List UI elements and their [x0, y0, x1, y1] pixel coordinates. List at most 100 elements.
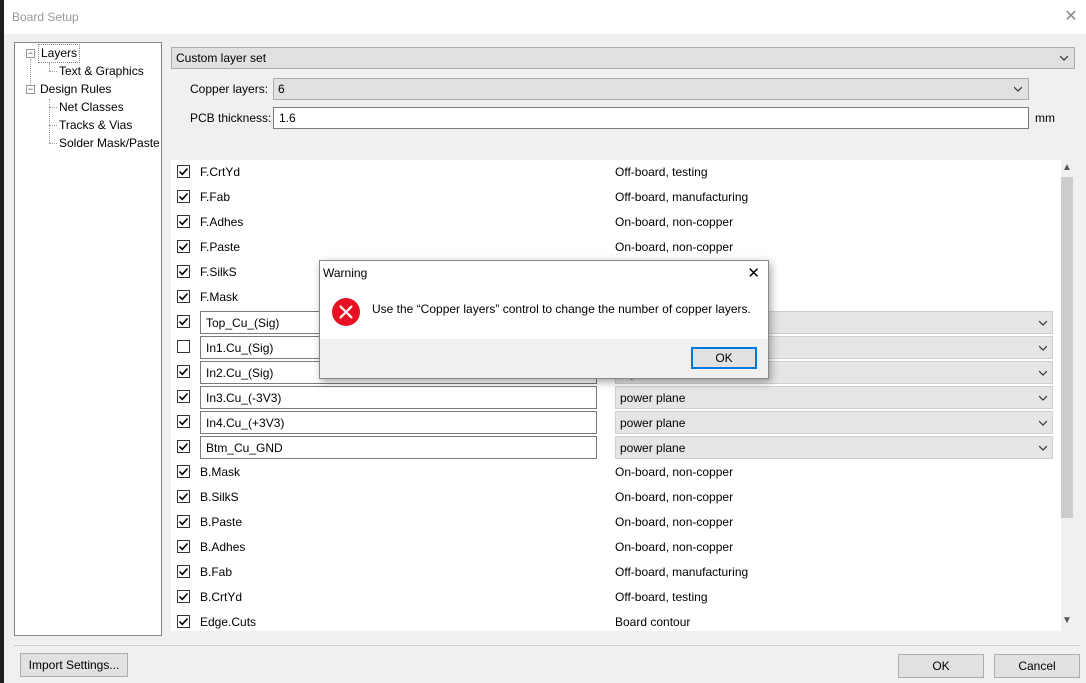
- tree-connector: [49, 71, 57, 72]
- window-close-icon[interactable]: ✕: [1060, 6, 1082, 28]
- layer-name: B.Paste: [200, 515, 243, 529]
- layer-name: F.Fab: [200, 190, 231, 204]
- background-window-edge: [0, 0, 4, 683]
- layer-type: On-board, non-copper: [615, 515, 734, 529]
- layer-type-value: power plane: [620, 441, 686, 455]
- layer-name: F.CrtYd: [200, 165, 241, 179]
- layer-enabled-checkbox[interactable]: [177, 215, 190, 228]
- footer-divider: [14, 645, 1080, 646]
- layer-enabled-checkbox[interactable]: [177, 440, 190, 453]
- layer-enabled-checkbox[interactable]: [177, 540, 190, 553]
- copper-layers-label: Copper layers:: [190, 82, 269, 96]
- layer-type: On-board, non-copper: [615, 465, 734, 479]
- chevron-down-icon: [1014, 86, 1022, 92]
- layer-name: B.Fab: [200, 565, 233, 579]
- layer-row: B.Paste On-board, non-copper: [171, 510, 1061, 535]
- layer-row: B.CrtYd Off-board, testing: [171, 585, 1061, 610]
- tree-item-layers[interactable]: Layers: [37, 44, 81, 63]
- layer-enabled-checkbox[interactable]: [177, 515, 190, 528]
- layer-enabled-checkbox[interactable]: [177, 265, 190, 278]
- layer-type-value: power plane: [620, 391, 686, 405]
- layer-type: On-board, non-copper: [615, 215, 734, 229]
- layer-list-scrollbar[interactable]: ▲ ▼: [1061, 160, 1073, 631]
- tree-connector: [49, 125, 57, 126]
- layer-enabled-checkbox[interactable]: [177, 490, 190, 503]
- layer-name: F.Adhes: [200, 215, 244, 229]
- pcb-thickness-unit: mm: [1035, 111, 1055, 125]
- copper-layers-select[interactable]: 6: [273, 78, 1029, 100]
- tree-item-solder-mask-paste[interactable]: Solder Mask/Paste: [59, 135, 160, 152]
- layer-enabled-checkbox[interactable]: [177, 190, 190, 203]
- layer-row: B.SilkS On-board, non-copper: [171, 485, 1061, 510]
- layer-name: B.SilkS: [200, 490, 239, 504]
- layer-type: Off-board, testing: [615, 590, 708, 604]
- layer-row: Edge.Cuts Board contour: [171, 610, 1061, 635]
- tree-item-design-rules[interactable]: Design Rules: [40, 81, 111, 98]
- warning-close-icon[interactable]: ✕: [747, 264, 760, 282]
- pcb-thickness-input[interactable]: 1.6: [273, 107, 1029, 129]
- layer-enabled-checkbox[interactable]: [177, 465, 190, 478]
- tree-item-tracks-vias[interactable]: Tracks & Vias: [59, 117, 132, 134]
- layer-preset-select[interactable]: Custom layer set: [171, 47, 1075, 69]
- pcb-thickness-value: 1.6: [279, 111, 296, 125]
- tree-connector: [49, 107, 57, 108]
- layer-type: Off-board, manufacturing: [615, 190, 749, 204]
- layer-name: F.Mask: [200, 290, 239, 304]
- layer-row: In3.Cu_(-3V3) power plane: [171, 385, 1061, 410]
- layer-name-input[interactable]: In3.Cu_(-3V3): [200, 386, 597, 409]
- layer-name: B.Mask: [200, 465, 241, 479]
- layer-enabled-checkbox[interactable]: [177, 240, 190, 253]
- chevron-down-icon: [1060, 55, 1068, 61]
- layer-enabled-checkbox[interactable]: [177, 340, 190, 353]
- layer-type-select[interactable]: power plane: [615, 411, 1053, 434]
- chevron-down-icon: [1039, 320, 1047, 326]
- layer-enabled-checkbox[interactable]: [177, 565, 190, 578]
- warning-dialog-body: Warning ✕ Use the “Copper layers” contro…: [320, 261, 768, 339]
- pcb-thickness-label: PCB thickness:: [190, 111, 272, 125]
- window-title: Board Setup: [12, 10, 79, 24]
- scroll-down-icon[interactable]: ▼: [1061, 615, 1073, 629]
- cancel-button[interactable]: Cancel: [994, 654, 1080, 678]
- chevron-down-icon: [1039, 345, 1047, 351]
- layer-name: F.SilkS: [200, 265, 237, 279]
- warning-ok-button[interactable]: OK: [691, 347, 757, 369]
- layer-name-input[interactable]: In4.Cu_(+3V3): [200, 411, 597, 434]
- tree-item-text-graphics[interactable]: Text & Graphics: [59, 63, 144, 80]
- chevron-down-icon: [1039, 395, 1047, 401]
- import-settings-button[interactable]: Import Settings...: [20, 653, 128, 677]
- chevron-down-icon: [1039, 445, 1047, 451]
- tree-connector: [49, 63, 50, 71]
- layer-row: In4.Cu_(+3V3) power plane: [171, 410, 1061, 435]
- layer-name-value: In4.Cu_(+3V3): [206, 416, 285, 430]
- layer-enabled-checkbox[interactable]: [177, 590, 190, 603]
- layer-row: Btm_Cu_GND power plane: [171, 435, 1061, 460]
- collapse-design-rules-icon[interactable]: −: [26, 85, 35, 94]
- ok-button[interactable]: OK: [898, 654, 984, 678]
- layer-name-input[interactable]: Btm_Cu_GND: [200, 436, 597, 459]
- layer-type: Off-board, manufacturing: [615, 565, 749, 579]
- warning-dialog-title: Warning: [323, 266, 368, 280]
- layer-row: B.Fab Off-board, manufacturing: [171, 560, 1061, 585]
- layer-enabled-checkbox[interactable]: [177, 390, 190, 403]
- layer-type: Board contour: [615, 615, 691, 629]
- layer-enabled-checkbox[interactable]: [177, 365, 190, 378]
- layer-row: B.Mask On-board, non-copper: [171, 460, 1061, 485]
- layer-enabled-checkbox[interactable]: [177, 415, 190, 428]
- layer-enabled-checkbox[interactable]: [177, 165, 190, 178]
- layer-type: On-board, non-copper: [615, 240, 734, 254]
- layer-enabled-checkbox[interactable]: [177, 290, 190, 303]
- collapse-layers-icon[interactable]: −: [26, 49, 35, 58]
- layer-name-value: Top_Cu_(Sig): [206, 316, 280, 330]
- scrollbar-thumb[interactable]: [1061, 177, 1073, 518]
- layer-row: F.Adhes On-board, non-copper: [171, 210, 1061, 235]
- layer-type-value: power plane: [620, 416, 686, 430]
- layer-enabled-checkbox[interactable]: [177, 615, 190, 628]
- layer-name: B.CrtYd: [200, 590, 243, 604]
- error-icon: [332, 298, 360, 326]
- scroll-up-icon[interactable]: ▲: [1061, 162, 1073, 176]
- layer-type-select[interactable]: power plane: [615, 386, 1053, 409]
- layer-list: F.CrtYd Off-board, testing F.Fab Off-board,…: [171, 160, 1061, 631]
- tree-item-net-classes[interactable]: Net Classes: [59, 99, 124, 116]
- layer-enabled-checkbox[interactable]: [177, 315, 190, 328]
- layer-type-select[interactable]: power plane: [615, 436, 1053, 459]
